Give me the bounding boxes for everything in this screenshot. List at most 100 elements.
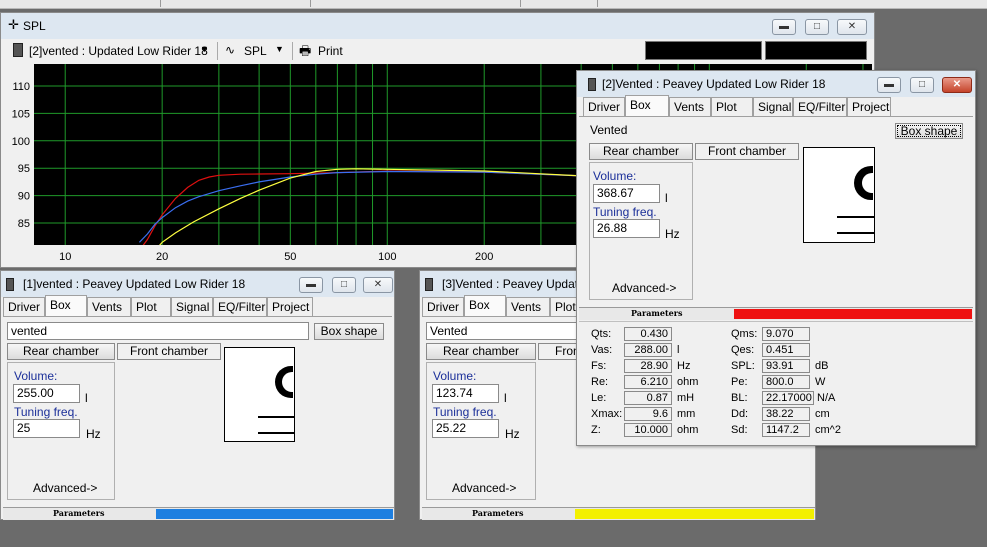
param-unit-re: ohm (677, 376, 699, 388)
box-type-field[interactable]: vented (7, 322, 309, 340)
enclosure-diagram (803, 147, 875, 243)
box-type-field[interactable]: Vented (587, 122, 890, 140)
advanced-button[interactable]: Advanced-> (452, 481, 516, 495)
param-unit-pe: W (815, 376, 826, 388)
param-unit-spl: dB (815, 360, 829, 372)
volume-label: Volume: (14, 369, 58, 383)
box-type-field[interactable]: Vented (426, 322, 586, 340)
window-1-title: [1]vented : Peavey Updated Low Rider 18 (23, 277, 246, 291)
tuning-label: Tuning freq. (14, 405, 78, 419)
param-unit-dd: cm (815, 408, 830, 420)
close-button[interactable]: ✕ (363, 277, 393, 293)
maximize-button[interactable]: □ (332, 277, 356, 293)
parameters-bar[interactable]: Parameters (422, 507, 815, 520)
tab-divider (3, 316, 392, 317)
box-shape-button[interactable]: Box shape (895, 123, 963, 139)
param-unit-sd: cm^2 (815, 424, 841, 436)
param-label-sd: Sd: (731, 424, 748, 436)
project-select[interactable]: [2]vented : Updated Low Rider 18 (29, 44, 208, 58)
window-2-title-bar[interactable]: [2]Vented : Peavey Updated Low Rider 18 … (577, 71, 975, 97)
maximize-button[interactable]: □ (910, 77, 934, 93)
tab-driver[interactable]: Driver (422, 297, 464, 316)
param-value-xmax: 9.6 (624, 407, 672, 421)
param-unit-fs: Hz (677, 360, 691, 372)
param-label-qms: Qms: (731, 328, 758, 340)
tab-vents[interactable]: Vents (669, 97, 711, 116)
tab-signal[interactable]: Signal (753, 97, 793, 116)
series-color-swatch (156, 509, 393, 519)
tab-project[interactable]: Project (847, 97, 891, 116)
volume-input[interactable]: 255.00 (13, 384, 80, 403)
wave-icon: ∿ (225, 43, 236, 57)
tab-plot[interactable]: Plot (711, 97, 753, 116)
chevron-down-icon[interactable]: ▼ (200, 44, 209, 54)
printer-icon: 🖶 (299, 43, 312, 58)
enclosure-diagram (224, 347, 295, 442)
parameters-bar[interactable]: Parameters (3, 507, 394, 520)
tab-driver[interactable]: Driver (583, 97, 625, 116)
minimize-button[interactable]: ▬ (877, 77, 901, 93)
rear-chamber-tab[interactable]: Rear chamber (589, 143, 693, 160)
rear-chamber-tab[interactable]: Rear chamber (426, 343, 536, 360)
volume-input[interactable]: 123.74 (432, 384, 499, 403)
volume-input[interactable]: 368.67 (593, 184, 660, 203)
param-unit-z: ohm (677, 424, 699, 436)
window-1-tabs: Driver Box Vents Plot Signal EQ/Filter P… (3, 295, 393, 317)
param-label-re: Re: (591, 376, 609, 388)
tab-driver[interactable]: Driver (3, 297, 45, 316)
spl-title-bar[interactable]: ✛ SPL ▬ □ ✕ (1, 13, 874, 39)
tuning-input[interactable]: 25.22 (432, 419, 499, 438)
minimize-button[interactable]: ▬ (772, 19, 796, 35)
y-tick-label: 95 (18, 163, 30, 175)
maximize-button[interactable]: □ (805, 19, 829, 35)
advanced-button[interactable]: Advanced-> (33, 481, 97, 495)
param-value-vas: 288.00 (624, 343, 672, 357)
parameters-label: Parameters (53, 508, 105, 518)
print-button[interactable]: Print (318, 44, 343, 58)
x-tick-label: 50 (284, 251, 296, 263)
window-2-tabs: Driver Box Vents Plot Signal EQ/Filter P… (579, 95, 974, 117)
tab-vents[interactable]: Vents (87, 297, 131, 316)
crosshair-icon: ✛ (8, 17, 19, 32)
front-chamber-tab[interactable]: Front chamber (695, 143, 799, 160)
parameters-bar[interactable]: Parameters (579, 307, 973, 320)
param-unit-bl: N/A (817, 392, 836, 404)
tuning-input[interactable]: 26.88 (593, 219, 660, 238)
minimize-button[interactable]: ▬ (299, 277, 323, 293)
volume-unit: l (504, 391, 507, 405)
chevron-down-icon[interactable]: ▼ (275, 44, 284, 54)
tab-plot[interactable]: Plot (131, 297, 171, 316)
volume-label: Volume: (593, 169, 637, 183)
view-select[interactable]: SPL (244, 44, 267, 58)
tab-project[interactable]: Project (267, 297, 313, 316)
tuning-unit: Hz (665, 227, 680, 241)
tab-box[interactable]: Box (625, 95, 669, 116)
tab-box[interactable]: Box (45, 295, 87, 316)
volume-unit: l (85, 391, 88, 405)
param-unit-le: mH (677, 392, 695, 404)
speaker-window-2: [2]Vented : Peavey Updated Low Rider 18 … (576, 70, 976, 446)
front-chamber-tab[interactable]: Front chamber (117, 343, 221, 360)
close-button[interactable]: ✕ (837, 19, 867, 35)
rear-chamber-tab[interactable]: Rear chamber (7, 343, 115, 360)
param-value-qts: 0.430 (624, 327, 672, 341)
param-label-vas: Vas: (591, 344, 613, 356)
advanced-button[interactable]: Advanced-> (612, 281, 676, 295)
tuning-label: Tuning freq. (433, 405, 497, 419)
close-button[interactable]: ✕ (942, 77, 972, 93)
tab-eq-filter[interactable]: EQ/Filter (793, 97, 847, 116)
tuning-input[interactable]: 25 (13, 419, 80, 438)
window-1-title-bar[interactable]: [1]vented : Peavey Updated Low Rider 18 … (1, 271, 394, 297)
y-tick-label: 100 (12, 136, 30, 148)
front-chamber-tab[interactable]: Fron (538, 343, 580, 360)
tab-box[interactable]: Box (464, 295, 506, 316)
y-tick-label: 110 (12, 81, 30, 93)
x-tick-label: 200 (475, 251, 493, 263)
status-panel-2 (765, 41, 867, 60)
window-2-title: [2]Vented : Peavey Updated Low Rider 18 (602, 77, 826, 91)
box-shape-button[interactable]: Box shape (314, 323, 384, 340)
x-tick-label: 10 (59, 251, 71, 263)
tab-eq-filter[interactable]: EQ/Filter (213, 297, 267, 316)
tab-signal[interactable]: Signal (171, 297, 213, 316)
tab-vents[interactable]: Vents (506, 297, 550, 316)
